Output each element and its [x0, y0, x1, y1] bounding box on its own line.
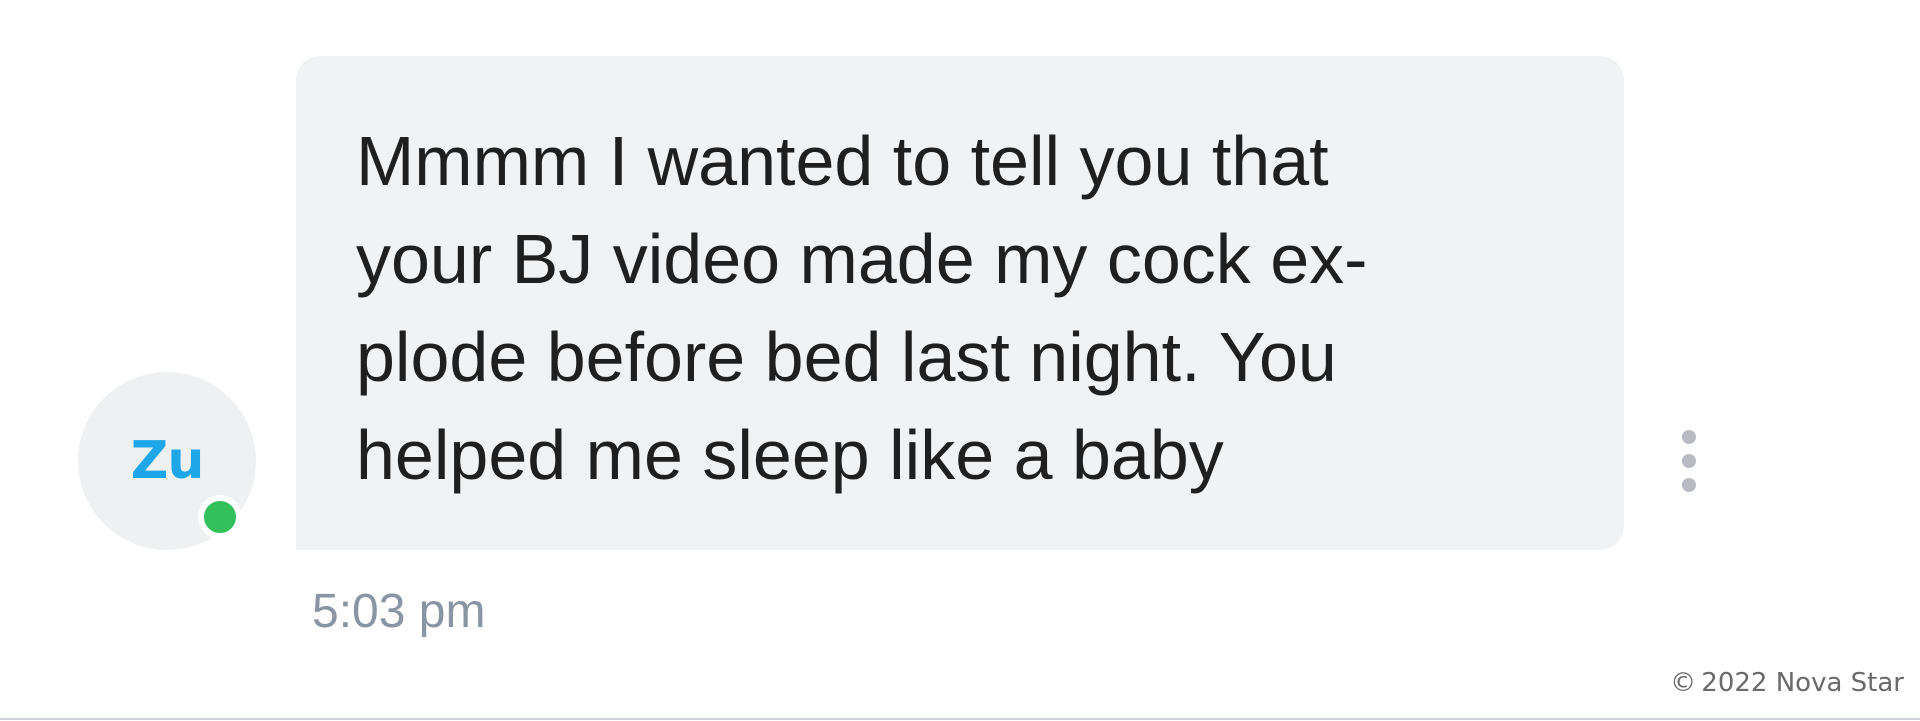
bottom-divider: [0, 718, 1920, 720]
more-options-button[interactable]: [1672, 430, 1706, 492]
more-vertical-icon-dot: [1682, 454, 1696, 468]
copyright-watermark: © 2022 Nova Star: [1670, 668, 1904, 698]
message-timestamp: 5:03 pm: [312, 585, 486, 638]
online-status-icon: [198, 495, 242, 539]
message-text: Mmmm I wanted to tell you that your BJ v…: [356, 122, 1368, 494]
more-vertical-icon-dot: [1682, 430, 1696, 444]
more-vertical-icon-dot: [1682, 478, 1696, 492]
message-bubble[interactable]: Mmmm I wanted to tell you that your BJ v…: [296, 56, 1624, 550]
avatar-initials: Zu: [130, 431, 205, 491]
